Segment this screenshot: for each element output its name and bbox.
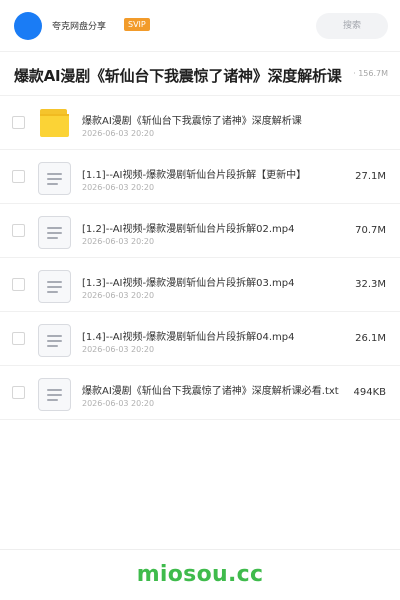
file-name: [1.3]--AI视频-爆款漫剧斩仙台片段拆解03.mp4: [82, 278, 295, 289]
list-item[interactable]: [1.3]--AI视频-爆款漫剧斩仙台片段拆解03.mp4 2026-06-03…: [0, 258, 400, 312]
select-checkbox[interactable]: [12, 386, 25, 399]
file-date: 2026-06-03 20:20: [82, 291, 155, 300]
file-list: 爆款AI漫剧《斩仙台下我震惊了诸神》深度解析课 2026-06-03 20:20…: [0, 96, 400, 420]
watermark-text: miosou.cc: [136, 562, 264, 587]
file-size: 70.7M: [353, 225, 386, 236]
document-icon: [38, 378, 71, 411]
file-size: 494KB: [351, 387, 386, 398]
select-checkbox[interactable]: [12, 332, 25, 345]
select-checkbox[interactable]: [12, 224, 25, 237]
file-size: 32.3M: [353, 279, 386, 290]
list-item-folder[interactable]: 爆款AI漫剧《斩仙台下我震惊了诸神》深度解析课 2026-06-03 20:20: [0, 96, 400, 150]
total-size: · 156.7M: [349, 69, 388, 78]
file-name: [1.2]--AI视频-爆款漫剧斩仙台片段拆解02.mp4: [82, 224, 295, 235]
avatar[interactable]: [14, 12, 42, 40]
file-date: 2026-06-03 20:20: [82, 129, 155, 138]
document-icon: [38, 324, 71, 357]
document-icon: [38, 216, 71, 249]
page-title: 爆款AI漫剧《斩仙台下我震惊了诸神》深度解析课: [14, 67, 342, 85]
file-name: [1.1]--AI视频-爆款漫剧斩仙台片段拆解【更新中】: [82, 170, 307, 181]
footer-divider: [0, 549, 400, 550]
select-checkbox[interactable]: [12, 170, 25, 183]
file-name: [1.4]--AI视频-爆款漫剧斩仙台片段拆解04.mp4: [82, 332, 295, 343]
file-date: 2026-06-03 20:20: [82, 345, 155, 354]
file-name: 爆款AI漫剧《斩仙台下我震惊了诸神》深度解析课必看.txt: [82, 386, 339, 397]
share-title-bar: 爆款AI漫剧《斩仙台下我震惊了诸神》深度解析课 · 156.7M: [0, 52, 400, 96]
file-date: 2026-06-03 20:20: [82, 183, 155, 192]
select-checkbox[interactable]: [12, 116, 25, 129]
folder-icon: [38, 108, 71, 141]
list-item[interactable]: 爆款AI漫剧《斩仙台下我震惊了诸神》深度解析课必看.txt 2026-06-03…: [0, 366, 400, 420]
file-date: 2026-06-03 20:20: [82, 237, 155, 246]
file-name: 爆款AI漫剧《斩仙台下我震惊了诸神》深度解析课: [82, 116, 302, 127]
list-item[interactable]: [1.2]--AI视频-爆款漫剧斩仙台片段拆解02.mp4 2026-06-03…: [0, 204, 400, 258]
document-icon: [38, 162, 71, 195]
list-item[interactable]: [1.4]--AI视频-爆款漫剧斩仙台片段拆解04.mp4 2026-06-03…: [0, 312, 400, 366]
file-date: 2026-06-03 20:20: [82, 399, 155, 408]
document-icon: [38, 270, 71, 303]
brand-name: 夸克网盘分享: [52, 22, 107, 32]
app-header: 夸克网盘分享 SVIP 搜索: [0, 0, 400, 52]
list-item[interactable]: [1.1]--AI视频-爆款漫剧斩仙台片段拆解【更新中】 2026-06-03 …: [0, 150, 400, 204]
svip-badge: SVIP: [124, 18, 150, 31]
file-size: 26.1M: [353, 333, 386, 344]
file-size: 27.1M: [353, 171, 386, 182]
select-checkbox[interactable]: [12, 278, 25, 291]
search-input[interactable]: 搜索: [316, 13, 388, 39]
